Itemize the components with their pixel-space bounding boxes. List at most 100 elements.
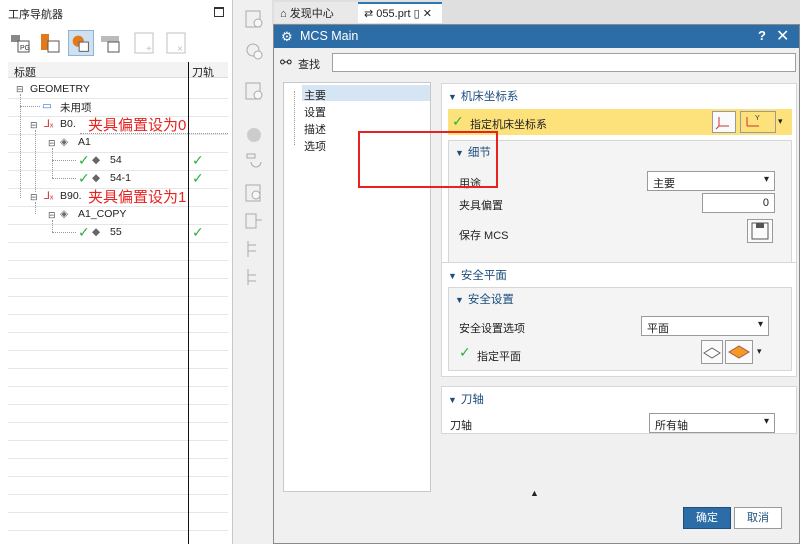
svg-text:+: + <box>146 44 152 55</box>
column-toolpath[interactable]: 刀轨 <box>192 64 214 80</box>
workpiece-icon: ◈ <box>60 208 69 220</box>
workpiece-icon: ◈ <box>60 136 69 148</box>
operation-icon: ◆ <box>92 154 101 166</box>
dialog-title: MCS Main <box>300 29 359 43</box>
check-icon: ✓ <box>459 344 471 360</box>
dropdown-arrow-icon[interactable]: ▾ <box>757 346 762 357</box>
section-header[interactable]: ▼ 刀轴 <box>448 391 484 407</box>
resource-icon[interactable] <box>243 238 265 260</box>
save-mcs-label: 保存 MCS <box>459 230 509 242</box>
resource-bar <box>237 0 270 544</box>
collapse-icon[interactable]: ⊟ <box>30 120 38 131</box>
tree-node-unused[interactable]: 未用项 <box>60 100 92 115</box>
binoculars-icon: ⚯ <box>280 54 292 70</box>
toolpath-ok-icon: ✓ <box>192 170 204 186</box>
svg-text:×: × <box>177 44 183 55</box>
toolpath-ok-icon: ✓ <box>192 152 204 168</box>
tree-node-b90[interactable]: B90. <box>60 190 82 202</box>
operation-icon: ◆ <box>92 172 101 184</box>
tree-node-a1[interactable]: A1 <box>78 136 91 148</box>
safe-option-label: 安全设置选项 <box>459 323 525 335</box>
resource-icon[interactable] <box>243 8 265 30</box>
discovery-icon: ⌂ <box>280 8 287 20</box>
column-title[interactable]: 标题 <box>14 64 36 80</box>
list-item-description[interactable]: 描述 <box>304 121 326 137</box>
axis-icon: Y <box>746 115 760 127</box>
dropdown-arrow-icon[interactable]: ▾ <box>778 116 783 127</box>
tree-node-54-1[interactable]: 54-1 <box>110 172 131 184</box>
chevron-down-icon: ▾ <box>757 319 763 330</box>
tree-node-a1-copy[interactable]: A1_COPY <box>78 208 126 220</box>
subsection-header[interactable]: ▼ 安全设置 <box>455 291 514 307</box>
help-icon[interactable]: ? <box>758 28 766 43</box>
save-icon <box>751 222 769 240</box>
column-divider <box>188 62 189 544</box>
tree-node-55[interactable]: 55 <box>110 226 122 238</box>
collapse-triangle-icon: ▼ <box>455 295 464 305</box>
dialog-title-bar[interactable]: ⚙ MCS Main ? ✕ <box>274 25 799 48</box>
pin-icon[interactable]: ▯ <box>414 8 420 20</box>
search-input[interactable] <box>332 53 796 72</box>
collapse-arrow-icon[interactable]: ▲ <box>530 488 539 498</box>
add-operation-icon[interactable]: + <box>132 30 158 56</box>
program-order-view-icon[interactable]: PG <box>8 30 34 56</box>
machining-method-view-icon[interactable] <box>98 30 124 56</box>
plane-dialog-button[interactable] <box>701 340 723 364</box>
fixture-offset-input[interactable]: 0 <box>702 193 775 213</box>
check-icon: ✓ <box>78 170 90 186</box>
resource-icon[interactable] <box>243 80 265 102</box>
tree-node-b0[interactable]: B0. <box>60 118 76 130</box>
section-tool-axis: ▼ 刀轴 刀轴 所有轴 ▾ <box>441 386 797 434</box>
tool-axis-label: 刀轴 <box>450 420 472 432</box>
csys-picker-button[interactable]: Y <box>740 111 776 133</box>
section-header[interactable]: ▼ 安全平面 <box>448 267 507 283</box>
tab-055-prt[interactable]: ⇄ 055.prt ▯ ✕ <box>358 2 442 23</box>
cancel-button[interactable]: 取消 <box>734 507 782 529</box>
collapse-icon[interactable]: ⊟ <box>30 192 38 203</box>
resource-icon[interactable] <box>243 124 265 146</box>
tool-axis-select[interactable]: 所有轴 ▾ <box>649 413 775 433</box>
delete-operation-icon[interactable]: × <box>164 30 190 56</box>
plane-picker-button[interactable] <box>725 340 753 364</box>
chevron-down-icon: ▾ <box>763 174 769 185</box>
csys-icon <box>715 117 729 130</box>
maximize-icon[interactable] <box>214 7 224 17</box>
annotation-offset-0: 夹具偏置设为0 <box>88 117 187 134</box>
navigator-column-header: 标题 刀轨 <box>8 62 228 80</box>
safe-option-select[interactable]: 平面 ▾ <box>641 316 769 336</box>
tab-discovery-center[interactable]: ⌂ 发现中心 <box>274 2 360 23</box>
geometry-view-icon[interactable] <box>68 30 94 56</box>
close-icon[interactable]: ✕ <box>776 26 789 46</box>
tab-close-icon[interactable]: ✕ <box>423 8 432 20</box>
resource-icon[interactable] <box>243 150 265 172</box>
subsection-detail: ▼ 细节 用途 主要 ▾ 夹具偏置 0 保存 MCS <box>448 140 792 268</box>
resource-icon[interactable] <box>243 182 265 204</box>
list-item-settings[interactable]: 设置 <box>304 104 326 120</box>
chevron-down-icon: ▾ <box>763 416 769 427</box>
resource-icon[interactable] <box>243 266 265 288</box>
resource-icon[interactable] <box>243 40 265 62</box>
collapse-triangle-icon: ▼ <box>448 92 457 102</box>
resource-icon[interactable] <box>243 210 265 232</box>
list-item-main[interactable]: 主要 <box>304 87 326 103</box>
usage-select[interactable]: 主要 ▾ <box>647 171 775 191</box>
svg-text:Y: Y <box>755 115 760 122</box>
machine-tool-view-icon[interactable] <box>38 30 64 56</box>
tree-node-geometry[interactable]: GEOMETRY <box>30 83 90 95</box>
operation-icon: ◆ <box>92 226 101 238</box>
part-icon: ⇄ <box>364 8 374 20</box>
check-icon: ✓ <box>452 113 464 129</box>
save-mcs-button[interactable] <box>747 219 773 243</box>
fixture-offset-label: 夹具偏置 <box>459 200 503 212</box>
section-header[interactable]: ▼ 机床坐标系 <box>448 88 518 104</box>
csys-dialog-button[interactable] <box>712 111 736 133</box>
list-item-options[interactable]: 选项 <box>304 138 326 154</box>
highlight-box <box>358 131 498 188</box>
check-icon: ✓ <box>78 224 90 240</box>
ok-button[interactable]: 确定 <box>683 507 731 529</box>
gear-icon: ⚙ <box>281 29 293 44</box>
collapse-triangle-icon: ▼ <box>448 395 457 405</box>
tree-node-54[interactable]: 54 <box>110 154 122 166</box>
specify-mcs-row[interactable]: ✓ 指定机床坐标系 Y ▾ <box>448 109 792 135</box>
svg-text:PG: PG <box>20 45 30 52</box>
